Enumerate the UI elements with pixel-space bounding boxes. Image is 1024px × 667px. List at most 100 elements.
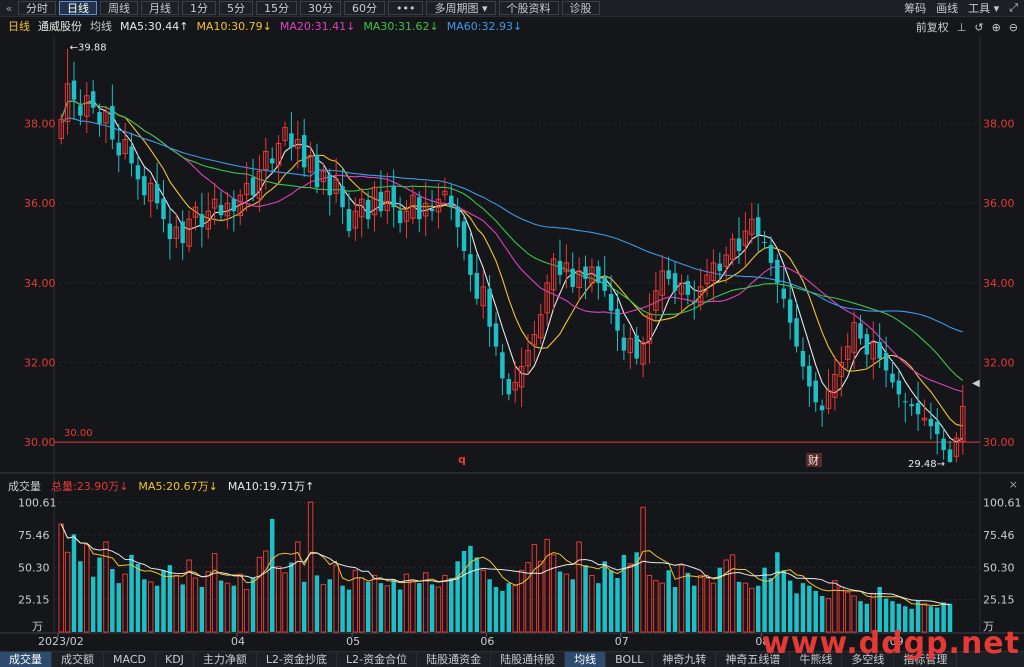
candle-body (775, 259, 780, 283)
high-annotation: ←39.88 (70, 43, 107, 54)
indicator-tab-8[interactable]: 陆股通持股 (491, 652, 566, 667)
candle-body (692, 301, 697, 303)
candle-body (800, 351, 806, 367)
volume-bar (755, 585, 761, 632)
volume-bar (775, 552, 780, 632)
price-tick-left: 36.00 (24, 197, 56, 210)
candle-body (314, 154, 320, 188)
date-label: 04 (231, 635, 245, 648)
volume-bar (211, 553, 218, 633)
volume-bar (800, 583, 806, 632)
volume-bar (301, 581, 307, 632)
volume-bar (729, 554, 736, 633)
low-annotation: 29.48→ (908, 459, 945, 470)
volume-bar (640, 506, 646, 633)
indicator-tab-0[interactable]: 成交量 (0, 652, 52, 667)
volume-bar (787, 580, 793, 632)
price-tick-left: 38.00 (24, 118, 56, 131)
volume-bar (135, 563, 141, 632)
volume-bar (410, 580, 416, 633)
volume-bar (384, 585, 391, 633)
indicator-tab-11[interactable]: 神奇九转 (653, 652, 717, 667)
volume-bar (762, 567, 767, 632)
volume-bar (544, 538, 550, 633)
candle-body (928, 418, 934, 427)
candle-body (736, 238, 742, 252)
indicator-tab-2[interactable]: MACD (104, 652, 156, 667)
indicator-tab-1[interactable]: 成交额 (52, 652, 104, 667)
volume-bar (627, 563, 634, 633)
volume-ma10: MA10:19.71万↑ (227, 480, 315, 493)
candle-body (154, 183, 160, 204)
candle-body (941, 438, 946, 451)
price-tick-left: 30.00 (24, 436, 56, 449)
indicator-tab-9[interactable]: 均线 (565, 652, 607, 667)
volume-bar (161, 570, 166, 632)
candle-body (903, 401, 908, 403)
volume-close-icon[interactable]: × (1009, 478, 1018, 491)
candle-body (672, 273, 678, 291)
event-marker-cai[interactable]: 财 (808, 453, 819, 467)
volume-bar (742, 582, 749, 633)
candle-body (781, 288, 786, 299)
candle-body (135, 165, 141, 180)
volume-bar (180, 584, 185, 632)
candle-body (608, 293, 614, 311)
candle-body (634, 335, 639, 359)
volume-bar (358, 577, 365, 633)
volume-bar (576, 541, 582, 633)
volume-bar (468, 545, 473, 632)
volume-bar (84, 544, 90, 633)
volume-bar (269, 518, 275, 632)
candle-body (468, 254, 473, 275)
volume-bar (340, 585, 345, 632)
volume-bar (391, 579, 396, 632)
volume-bar (365, 581, 371, 632)
candle-body (717, 263, 723, 271)
indicator-tab-6[interactable]: L2-资金合位 (337, 652, 418, 667)
volume-tick-left: 25.15 (18, 594, 50, 607)
candle-body (340, 186, 345, 208)
volume-bar (320, 583, 327, 633)
candle-body (487, 288, 492, 327)
volume-bar (224, 582, 231, 633)
candle-body (666, 270, 671, 279)
candle-body (813, 380, 818, 403)
indicator-tab-10[interactable]: BOLL (606, 652, 654, 667)
candle-body (755, 217, 761, 236)
volume-bar (90, 576, 96, 632)
volume-bar (538, 560, 544, 633)
volume-bar (333, 564, 339, 633)
kline-chart[interactable]: 38.00 38.00 36.00 36.00 34.00 34.00 32.00 32.00… (0, 0, 1024, 666)
volume-tick-right: 25.15 (983, 594, 1015, 607)
indicator-tab-3[interactable]: KDJ (156, 652, 194, 667)
candle-body (602, 277, 607, 291)
volume-bar (103, 541, 109, 633)
candle-body (218, 204, 224, 216)
volume-bar (314, 575, 320, 632)
volume-bar (154, 585, 160, 632)
indicator-tab-5[interactable]: L2-资金抄底 (257, 652, 338, 667)
support-label: 30.00 (64, 428, 93, 439)
volume-bar (704, 577, 710, 633)
volume-bar (749, 587, 755, 633)
volume-label[interactable]: 成交量 (8, 478, 41, 494)
price-cursor-icon: ◀ (972, 378, 980, 389)
volume-bar (653, 580, 659, 633)
volume-bar (487, 579, 492, 632)
ma10-line (60, 100, 963, 427)
indicator-tab-4[interactable]: 主力净额 (194, 652, 257, 667)
volume-bar (352, 569, 359, 633)
volume-bar (550, 554, 557, 633)
volume-bar (570, 579, 575, 632)
volume-bar (474, 557, 480, 632)
candle-body (116, 142, 121, 156)
volume-bar (192, 577, 199, 633)
event-marker-q[interactable]: q (458, 453, 466, 466)
candle-body (493, 323, 499, 347)
volume-ma5: MA5:20.67万↓ (138, 480, 218, 493)
indicator-tab-7[interactable]: 陆股通资金 (417, 652, 492, 667)
volume-bar (129, 554, 134, 632)
candle-body (78, 105, 83, 116)
volume-bar (736, 581, 742, 632)
